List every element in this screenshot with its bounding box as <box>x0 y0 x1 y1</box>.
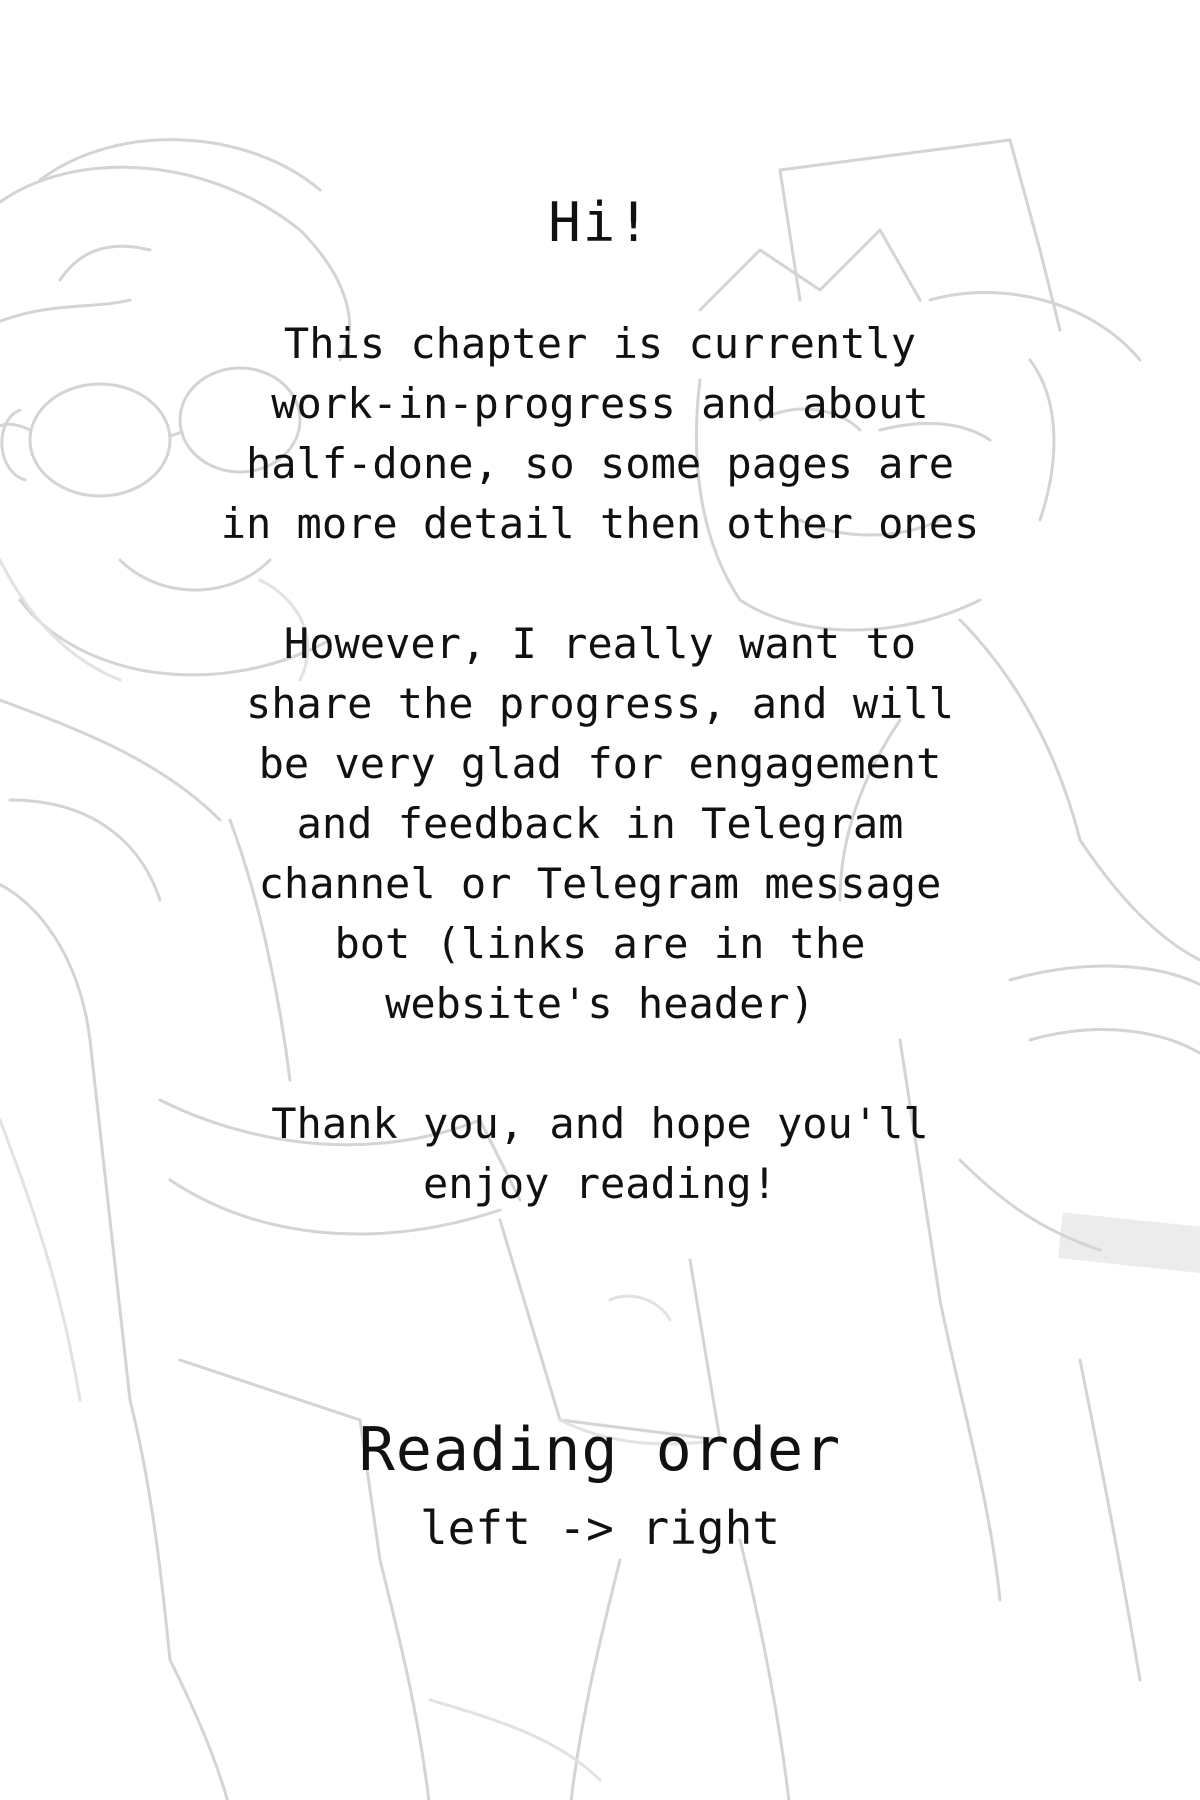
text-line: Thank you, and hope you'll <box>271 1099 929 1148</box>
text-line: This chapter is currently <box>283 319 917 368</box>
text-line: and feedback in Telegram <box>296 799 904 848</box>
text-line: work-in-progress and about <box>271 379 929 428</box>
wip-notice-paragraph: This chapter is currently work-in-progre… <box>0 314 1200 554</box>
reading-order-direction: left -> right <box>419 1501 781 1555</box>
text-line: enjoy reading! <box>422 1159 777 1208</box>
text-line: website's header) <box>385 979 815 1028</box>
intro-text-block: Hi! This chapter is currently work-in-pr… <box>0 0 1200 1800</box>
share-progress-paragraph: However, I really want to share the prog… <box>0 614 1200 1034</box>
greeting-heading: Hi! <box>548 191 652 254</box>
thanks-paragraph: Thank you, and hope you'll enjoy reading… <box>0 1094 1200 1214</box>
reading-order-title: Reading order <box>358 1415 842 1485</box>
text-line: share the progress, and will <box>245 679 954 728</box>
text-line: be very glad for engagement <box>258 739 942 788</box>
text-line: in more detail then other ones <box>220 499 980 548</box>
text-line: channel or Telegram message <box>258 859 942 908</box>
text-line: However, I really want to <box>283 619 917 668</box>
text-line: bot (links are in the <box>334 919 866 968</box>
chapter-intro-page: Hi! This chapter is currently work-in-pr… <box>0 0 1200 1800</box>
text-line: half-done, so some pages are <box>245 439 954 488</box>
